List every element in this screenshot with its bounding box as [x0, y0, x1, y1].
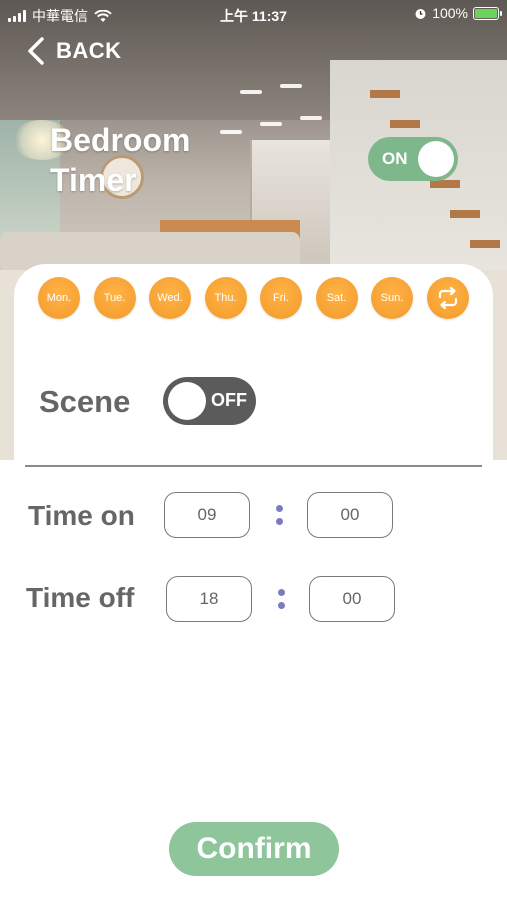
scene-label: Scene	[39, 384, 131, 419]
alarm-icon	[415, 8, 426, 19]
toggle-on-label: ON	[382, 149, 408, 168]
back-label: BACK	[56, 38, 122, 63]
toggle-knob	[418, 141, 454, 177]
day-thu-button[interactable]: Thu.	[204, 277, 247, 319]
day-mon-button[interactable]: Mon.	[38, 277, 80, 319]
time-off-minute-input[interactable]: 00	[309, 576, 395, 622]
time-off-label: Time off	[26, 582, 135, 613]
time-separator	[275, 505, 283, 527]
scene-toggle[interactable]: OFF	[163, 377, 256, 425]
battery-percent: 100%	[432, 5, 468, 21]
time-on-minute-input[interactable]: 00	[307, 492, 393, 538]
battery-icon	[473, 6, 502, 20]
time-on-hour-input[interactable]: 09	[164, 492, 250, 538]
timer-power-toggle[interactable]: ON	[368, 137, 458, 181]
page-title: Bedroom Timer	[50, 120, 190, 200]
time-separator	[277, 589, 285, 611]
toggle-off-label: OFF	[211, 390, 247, 410]
title-line-2: Timer	[50, 162, 137, 198]
section-divider	[25, 465, 482, 467]
repeat-button[interactable]	[426, 277, 469, 319]
toggle-knob	[168, 382, 206, 420]
chevron-left-icon	[28, 37, 44, 65]
day-sat-button[interactable]: Sat.	[315, 277, 358, 319]
confirm-button[interactable]: Confirm	[169, 822, 339, 876]
day-sun-button[interactable]: Sun.	[371, 277, 413, 319]
day-fri-button[interactable]: Fri.	[260, 277, 302, 319]
time-off-hour-input[interactable]: 18	[166, 576, 252, 622]
time-on-label: Time on	[28, 500, 135, 531]
repeat-icon	[438, 286, 457, 310]
title-line-1: Bedroom	[50, 122, 191, 158]
back-button[interactable]: BACK	[26, 36, 122, 66]
day-wed-button[interactable]: Wed.	[149, 277, 191, 319]
day-tue-button[interactable]: Tue.	[93, 277, 136, 319]
weekday-selector: Mon. Tue. Wed. Thu. Fri. Sat. Sun.	[38, 277, 469, 319]
status-bar: 中華電信 上午 11:37 100%	[0, 0, 507, 28]
